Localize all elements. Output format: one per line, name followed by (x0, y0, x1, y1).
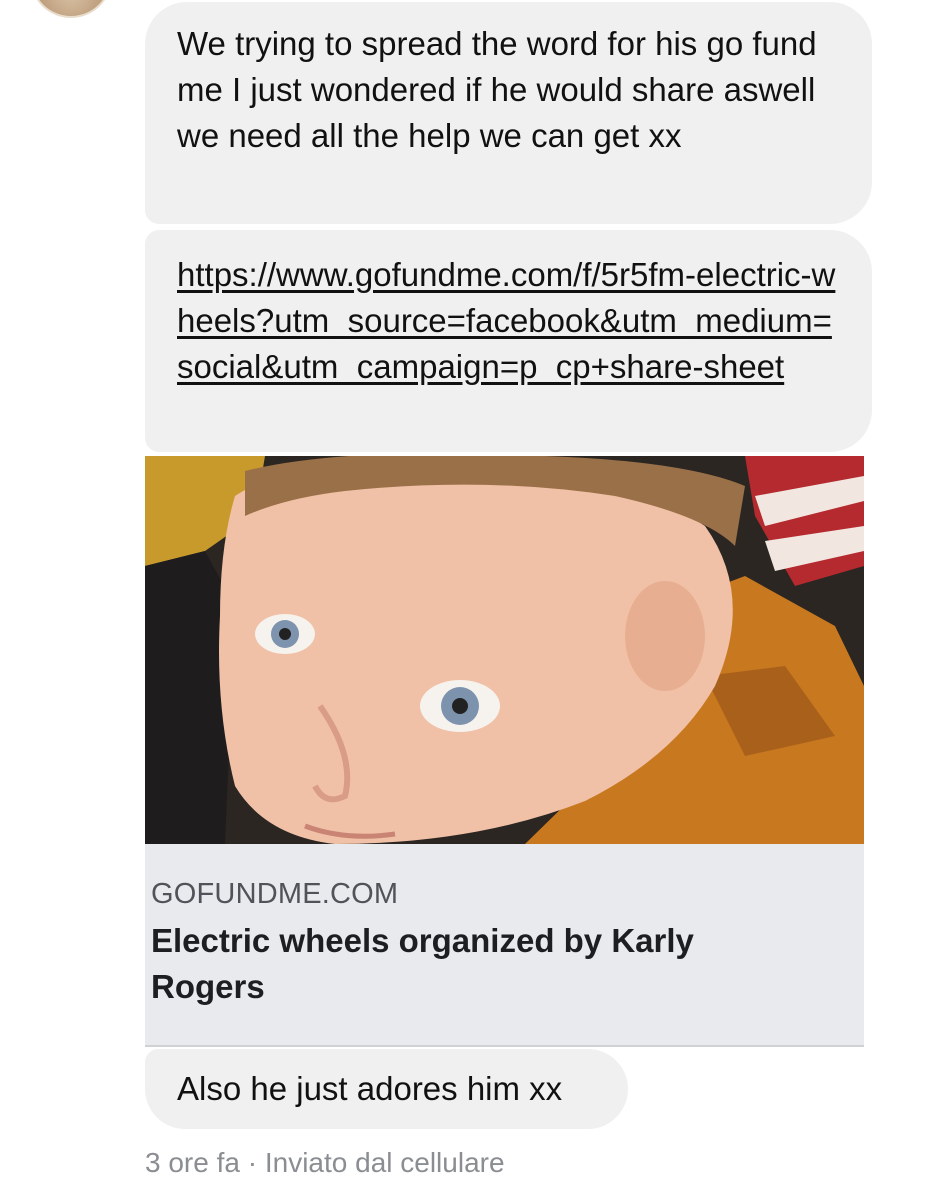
sent-from-mobile: Inviato dal cellulare (264, 1147, 505, 1178)
link-preview-card[interactable]: GOFUNDME.COM Electric wheels organized b… (145, 456, 864, 1047)
message-text: We trying to spread the word for his go … (177, 25, 817, 154)
message-meta: 3 ore fa · Inviato dal cellulare (145, 1146, 505, 1180)
message-bubble-link[interactable]: https://www.gofundme.com/f/5r5fm-electri… (145, 230, 872, 452)
message-bubble-1[interactable]: We trying to spread the word for his go … (145, 2, 872, 224)
meta-separator: · (247, 1147, 258, 1178)
sender-avatar[interactable] (30, 0, 112, 18)
preview-photo (145, 456, 864, 844)
gofundme-link[interactable]: https://www.gofundme.com/f/5r5fm-electri… (177, 252, 840, 390)
preview-title[interactable]: Electric wheels organized by Karly Roger… (151, 918, 761, 1010)
timestamp: 3 ore fa (145, 1147, 240, 1178)
preview-domain: GOFUNDME.COM (151, 878, 399, 910)
message-bubble-3[interactable]: Also he just adores him xx (145, 1049, 628, 1129)
message-text: Also he just adores him xx (177, 1070, 563, 1107)
